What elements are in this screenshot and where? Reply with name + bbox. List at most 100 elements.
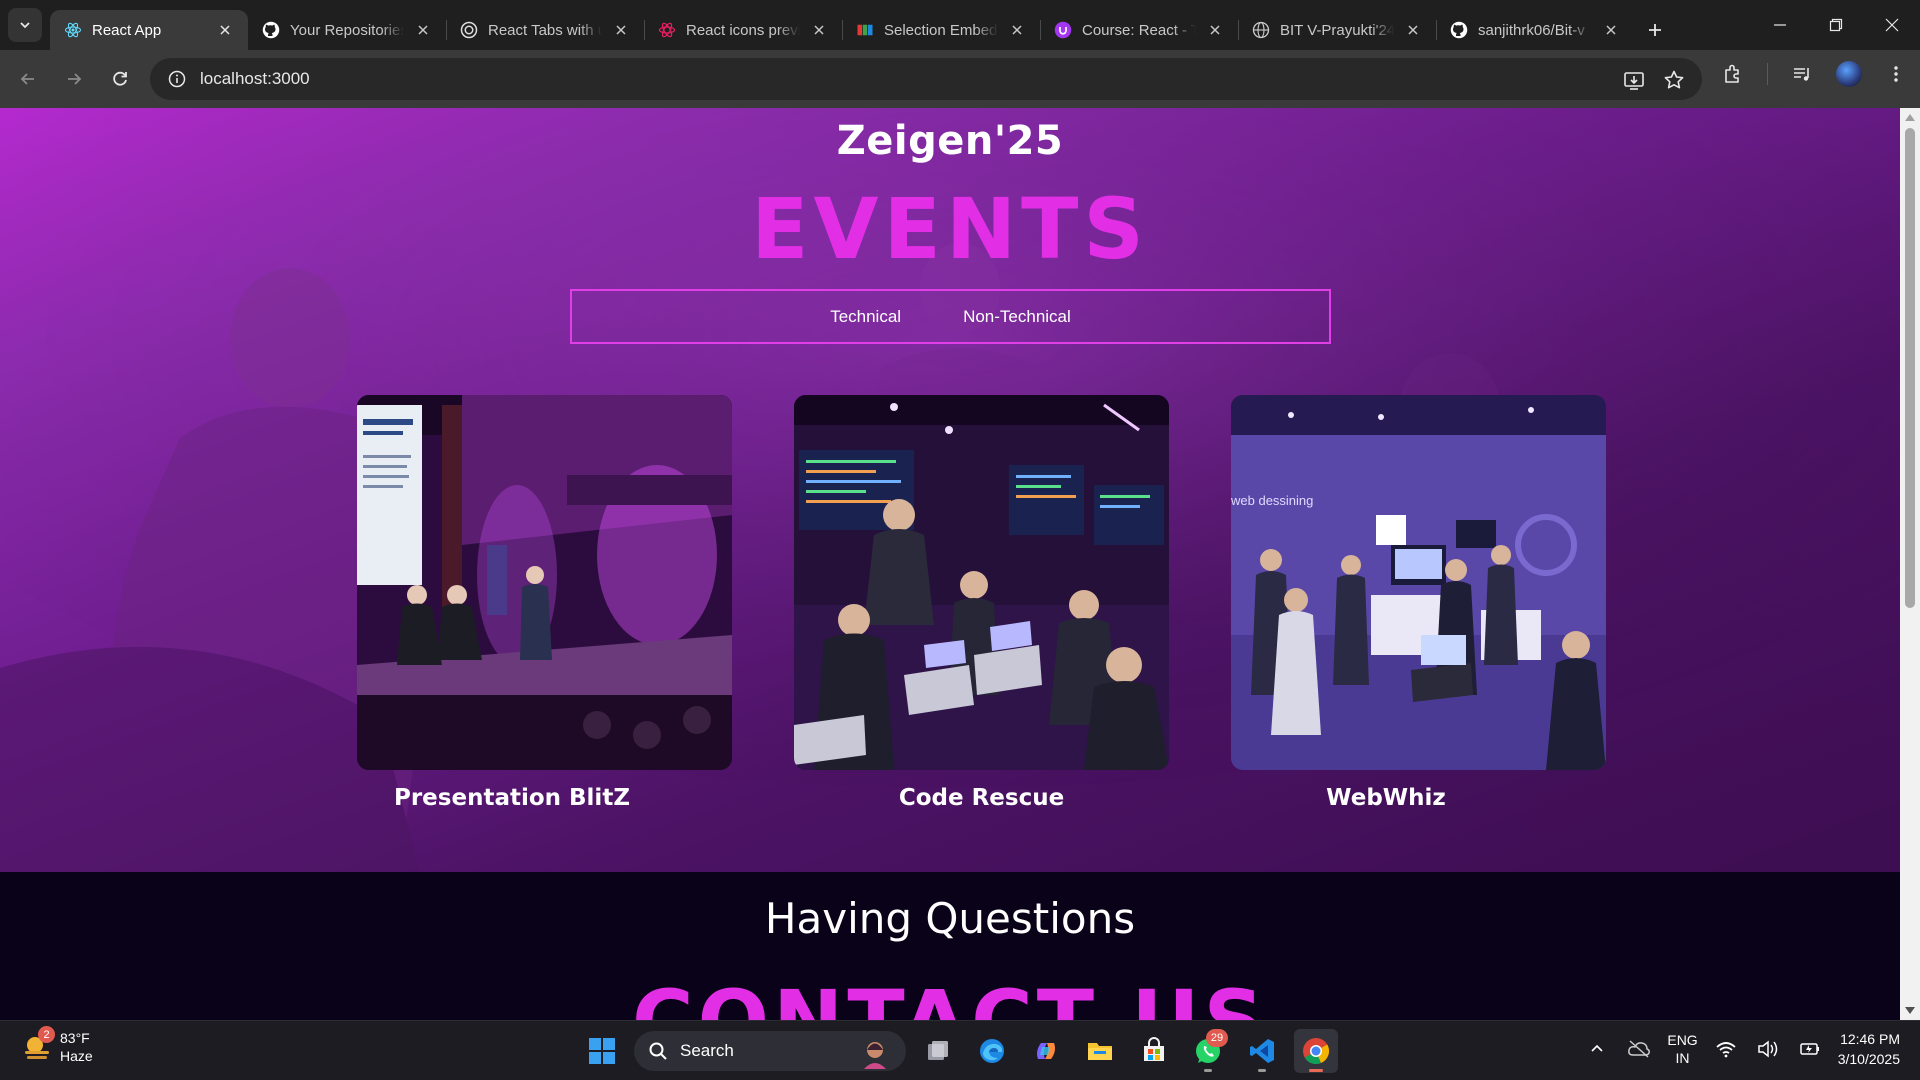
media-controls-icon[interactable] [1788, 60, 1816, 88]
restore-icon [1829, 18, 1843, 32]
close-tab-icon[interactable] [414, 21, 432, 39]
store-icon [1144, 1037, 1164, 1061]
event-card[interactable]: Code Rescue [794, 395, 1169, 811]
close-tab-icon[interactable] [810, 21, 828, 39]
weather-widget[interactable]: 2 83°F Haze [22, 1026, 93, 1065]
restore-button[interactable] [1808, 0, 1864, 50]
back-button[interactable] [10, 61, 46, 97]
language-indicator[interactable]: ENG IN [1667, 1031, 1697, 1067]
vscode-app[interactable] [1240, 1029, 1284, 1073]
window-controls [1752, 0, 1920, 50]
copilot-app[interactable] [1024, 1029, 1068, 1073]
weather-text: 83°F Haze [60, 1029, 93, 1065]
globe-icon [1252, 21, 1270, 39]
events-section: Zeigen'25 EVENTS Technical Non-Technical [0, 108, 1900, 872]
contact-section: Having Questions CONTACT US [0, 872, 1900, 1020]
reload-button[interactable] [102, 61, 138, 97]
tab-title: Course: React - T [1082, 21, 1196, 39]
taskbar-search[interactable]: Search [634, 1031, 906, 1071]
wifi-icon[interactable] [1712, 1035, 1740, 1063]
task-view-icon [928, 1041, 948, 1060]
chevron-down-icon [20, 22, 30, 29]
tab-title: React App [92, 21, 162, 39]
more-menu-icon[interactable] [1882, 60, 1910, 88]
weather-temp: 83°F [60, 1030, 90, 1046]
event-category-tabs: Technical Non-Technical [570, 289, 1331, 344]
task-view-button[interactable] [916, 1029, 960, 1073]
extensions-icon[interactable] [1719, 60, 1747, 88]
page-scrollbar[interactable] [1900, 108, 1920, 1020]
page-viewport: Zeigen'25 EVENTS Technical Non-Technical [0, 108, 1900, 1020]
browser-tab[interactable]: Your Repositories [248, 10, 446, 50]
tab-search-button[interactable] [8, 8, 42, 42]
profile-avatar[interactable] [1836, 61, 1862, 87]
language-line2: IN [1675, 1050, 1690, 1066]
event-card[interactable]: web dessining WebWhiz [1231, 395, 1606, 811]
url-text: localhost:3000 [200, 69, 310, 88]
clock-time: 12:46 PM [1840, 1031, 1900, 1047]
browser-tab[interactable]: BIT V-Prayukti'24 [1238, 10, 1436, 50]
search-highlight-icon [864, 1042, 886, 1069]
edge-icon [980, 1039, 1004, 1063]
volume-icon[interactable] [1754, 1035, 1782, 1063]
tab-title: React icons previ [686, 21, 800, 39]
tab-non-technical[interactable]: Non-Technical [963, 307, 1071, 327]
chrome-icon [1303, 1038, 1330, 1065]
cloud-offline-icon[interactable] [1625, 1035, 1653, 1063]
event-card[interactable]: Presentation BlitZ [357, 395, 732, 811]
running-indicator [1258, 1069, 1266, 1072]
event-image [794, 395, 1169, 770]
react-icons-icon [658, 21, 676, 39]
battery-charging-icon[interactable] [1796, 1035, 1824, 1063]
site-info-icon[interactable] [164, 66, 190, 92]
scroll-up-arrow-icon[interactable] [1905, 114, 1915, 121]
event-title: WebWhiz [1326, 785, 1446, 811]
close-tab-icon[interactable] [216, 21, 234, 39]
address-bar-actions [1620, 66, 1688, 94]
events-heading: EVENTS [751, 180, 1149, 278]
close-tab-icon[interactable] [1206, 21, 1224, 39]
edge-app[interactable] [970, 1029, 1014, 1073]
search-icon [649, 1042, 667, 1060]
chrome-app[interactable] [1294, 1029, 1338, 1073]
browser-tab[interactable]: React icons previ [644, 10, 842, 50]
close-tab-icon[interactable] [1404, 21, 1422, 39]
svg-text:web dessining: web dessining [1231, 493, 1313, 508]
running-indicator [1309, 1069, 1323, 1072]
whatsapp-app[interactable]: 29 [1186, 1029, 1230, 1073]
course-icon [1054, 21, 1072, 39]
browser-tab[interactable]: sanjithrk06/Bit-v [1436, 10, 1634, 50]
weather-alert-badge: 2 [38, 1026, 55, 1043]
minimize-button[interactable] [1752, 0, 1808, 50]
scroll-thumb[interactable] [1905, 128, 1915, 608]
store-app[interactable] [1132, 1029, 1176, 1073]
browser-tab[interactable]: React App [50, 10, 248, 50]
running-indicator [1204, 1069, 1212, 1072]
system-clock[interactable]: 12:46 PM 3/10/2025 [1838, 1029, 1900, 1069]
bookmark-star-icon[interactable] [1660, 66, 1688, 94]
folder-icon [1088, 1043, 1112, 1060]
file-explorer-app[interactable] [1078, 1029, 1122, 1073]
browser-tab[interactable]: Selection Embed [842, 10, 1040, 50]
address-bar[interactable]: localhost:3000 [150, 58, 1702, 100]
tab-list: React App Your Repositories React Tabs w… [50, 5, 1672, 50]
language-line1: ENG [1667, 1032, 1698, 1048]
weather-condition: Haze [60, 1048, 93, 1064]
forward-button[interactable] [56, 61, 92, 97]
close-window-button[interactable] [1864, 0, 1920, 50]
tab-title: Your Repositories [290, 21, 404, 39]
browser-tab[interactable]: Course: React - T [1040, 10, 1238, 50]
close-tab-icon[interactable] [1602, 21, 1620, 39]
new-tab-button[interactable] [1638, 13, 1672, 47]
windows-logo-icon [589, 1038, 615, 1064]
close-tab-icon[interactable] [612, 21, 630, 39]
chevron-up-icon[interactable] [1583, 1035, 1611, 1063]
install-app-icon[interactable] [1620, 66, 1648, 94]
scroll-down-arrow-icon[interactable] [1905, 1007, 1915, 1014]
system-tray: ENG IN 12:46 PM 3/10/2025 [1583, 1029, 1900, 1069]
tab-technical[interactable]: Technical [830, 307, 901, 327]
close-tab-icon[interactable] [1008, 21, 1026, 39]
start-button[interactable] [580, 1029, 624, 1073]
browser-tab[interactable]: React Tabs with u [446, 10, 644, 50]
copilot-icon [1037, 1043, 1055, 1059]
